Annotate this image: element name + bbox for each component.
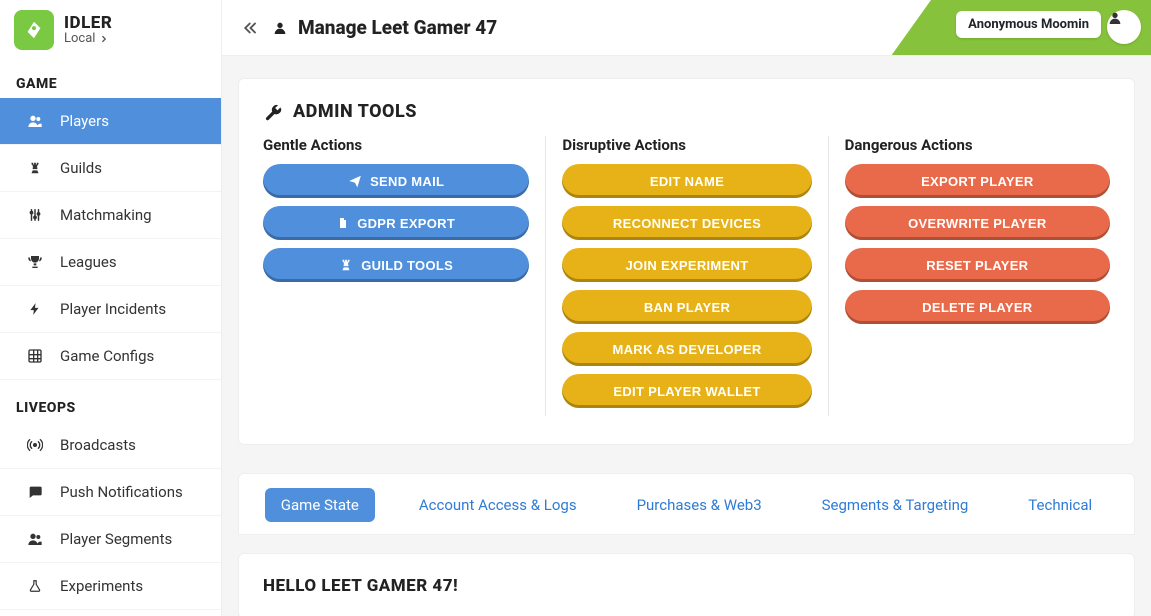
brand-logo-icon <box>14 10 54 50</box>
users-icon <box>26 531 44 547</box>
chevron-right-icon <box>99 34 109 44</box>
sidebar: IDLER Local GAME Players Guilds Matchmaking… <box>0 0 222 616</box>
sidebar-item-matchmaking[interactable]: Matchmaking <box>0 192 221 239</box>
person-icon <box>272 20 288 36</box>
wrench-icon <box>263 102 283 122</box>
brand-block[interactable]: IDLER Local <box>0 0 221 56</box>
main-scroll-area[interactable]: ADMIN TOOLS Gentle Actions SEND MAIL GDPR… <box>222 56 1151 616</box>
guild-tools-button[interactable]: GUILD TOOLS <box>263 248 529 282</box>
sidebar-item-label: Broadcasts <box>60 436 136 454</box>
edit-name-button[interactable]: EDIT NAME <box>562 164 811 198</box>
collapse-sidebar-button[interactable] <box>238 19 260 37</box>
chess-icon <box>339 257 353 273</box>
gentle-actions-column: Gentle Actions SEND MAIL GDPR EXPORT GUILD… <box>263 136 545 416</box>
users-icon <box>26 113 44 129</box>
page-header: Manage Leet Gamer 47 Anonymous Moomin <box>222 0 1151 56</box>
sidebar-item-experiments[interactable]: Experiments <box>0 563 221 610</box>
file-icon <box>337 216 349 230</box>
overwrite-player-button[interactable]: OVERWRITE PLAYER <box>845 206 1110 240</box>
button-label: DELETE PLAYER <box>922 300 1032 315</box>
dangerous-actions-column: Dangerous Actions EXPORT PLAYER OVERWRITE… <box>828 136 1110 416</box>
tab-account[interactable]: Account Access & Logs <box>403 488 593 522</box>
sidebar-item-label: Guilds <box>60 159 102 177</box>
dangerous-actions-label: Dangerous Actions <box>845 136 1110 154</box>
tab-purchases[interactable]: Purchases & Web3 <box>621 488 778 522</box>
sidebar-item-label: Push Notifications <box>60 483 183 501</box>
trophy-icon <box>26 254 44 270</box>
sidebar-section-label: GAME <box>0 56 221 98</box>
button-label: RESET PLAYER <box>926 258 1028 273</box>
button-label: JOIN EXPERIMENT <box>626 258 749 273</box>
admin-tools-title: ADMIN TOOLS <box>263 101 1110 122</box>
sidebar-item-label: Game Configs <box>60 347 154 365</box>
sidebar-item-player-segments[interactable]: Player Segments <box>0 516 221 563</box>
gdpr-export-button[interactable]: GDPR EXPORT <box>263 206 529 240</box>
current-user-pill[interactable]: Anonymous Moomin <box>956 11 1101 38</box>
sidebar-item-players[interactable]: Players <box>0 98 221 145</box>
player-tabs: Game State Account Access & Logs Purchases… <box>238 473 1135 535</box>
plane-icon <box>348 174 362 188</box>
tab-segments[interactable]: Segments & Targeting <box>806 488 985 522</box>
chess-icon <box>26 160 44 176</box>
sidebar-item-leagues[interactable]: Leagues <box>0 239 221 286</box>
button-label: GUILD TOOLS <box>361 258 453 273</box>
button-label: OVERWRITE PLAYER <box>908 216 1046 231</box>
grid-icon <box>26 348 44 364</box>
sidebar-item-label: Player Segments <box>60 530 172 548</box>
sliders-icon <box>26 207 44 223</box>
sidebar-item-label: Players <box>60 112 109 130</box>
user-avatar-button[interactable] <box>1107 10 1141 44</box>
button-label: EDIT NAME <box>650 174 724 189</box>
sidebar-item-player-incidents[interactable]: Player Incidents <box>0 286 221 333</box>
delete-player-button[interactable]: DELETE PLAYER <box>845 290 1110 324</box>
disruptive-actions-column: Disruptive Actions EDIT NAME RECONNECT DE… <box>545 136 827 416</box>
button-label: GDPR EXPORT <box>357 216 455 231</box>
brand-name: IDLER <box>64 14 112 33</box>
button-label: EDIT PLAYER WALLET <box>613 384 760 399</box>
edit-player-wallet-button[interactable]: EDIT PLAYER WALLET <box>562 374 811 408</box>
button-label: EXPORT PLAYER <box>921 174 1034 189</box>
button-label: SEND MAIL <box>370 174 444 189</box>
broadcast-icon <box>26 437 44 453</box>
sidebar-item-guilds[interactable]: Guilds <box>0 145 221 192</box>
button-label: BAN PLAYER <box>644 300 730 315</box>
brand-env[interactable]: Local <box>64 32 112 46</box>
flask-icon <box>26 578 44 594</box>
tab-technical[interactable]: Technical <box>1012 488 1108 522</box>
sidebar-item-game-configs[interactable]: Game Configs <box>0 333 221 380</box>
page-title: Manage Leet Gamer 47 <box>298 16 497 39</box>
mark-as-developer-button[interactable]: MARK AS DEVELOPER <box>562 332 811 366</box>
tab-game-state[interactable]: Game State <box>265 488 375 522</box>
send-mail-button[interactable]: SEND MAIL <box>263 164 529 198</box>
sidebar-item-broadcasts[interactable]: Broadcasts <box>0 422 221 469</box>
player-hello-card: HELLO LEET GAMER 47! <box>238 553 1135 616</box>
header-accent-wedge: Anonymous Moomin <box>891 0 1151 56</box>
admin-tools-card: ADMIN TOOLS Gentle Actions SEND MAIL GDPR… <box>238 78 1135 445</box>
disruptive-actions-label: Disruptive Actions <box>562 136 811 154</box>
sidebar-item-label: Player Incidents <box>60 300 166 318</box>
bolt-icon <box>26 301 44 317</box>
ban-player-button[interactable]: BAN PLAYER <box>562 290 811 324</box>
sidebar-item-push-notifications[interactable]: Push Notifications <box>0 469 221 516</box>
chat-icon <box>26 484 44 500</box>
sidebar-section-label: LIVEOPS <box>0 380 221 422</box>
player-hello-title: HELLO LEET GAMER 47! <box>263 576 1110 596</box>
gentle-actions-label: Gentle Actions <box>263 136 529 154</box>
reset-player-button[interactable]: RESET PLAYER <box>845 248 1110 282</box>
sidebar-item-label: Matchmaking <box>60 206 152 224</box>
reconnect-devices-button[interactable]: RECONNECT DEVICES <box>562 206 811 240</box>
sidebar-item-label: Experiments <box>60 577 143 595</box>
join-experiment-button[interactable]: JOIN EXPERIMENT <box>562 248 811 282</box>
sidebar-item-label: Leagues <box>60 253 117 271</box>
button-label: MARK AS DEVELOPER <box>612 342 761 357</box>
button-label: RECONNECT DEVICES <box>613 216 761 231</box>
export-player-button[interactable]: EXPORT PLAYER <box>845 164 1110 198</box>
